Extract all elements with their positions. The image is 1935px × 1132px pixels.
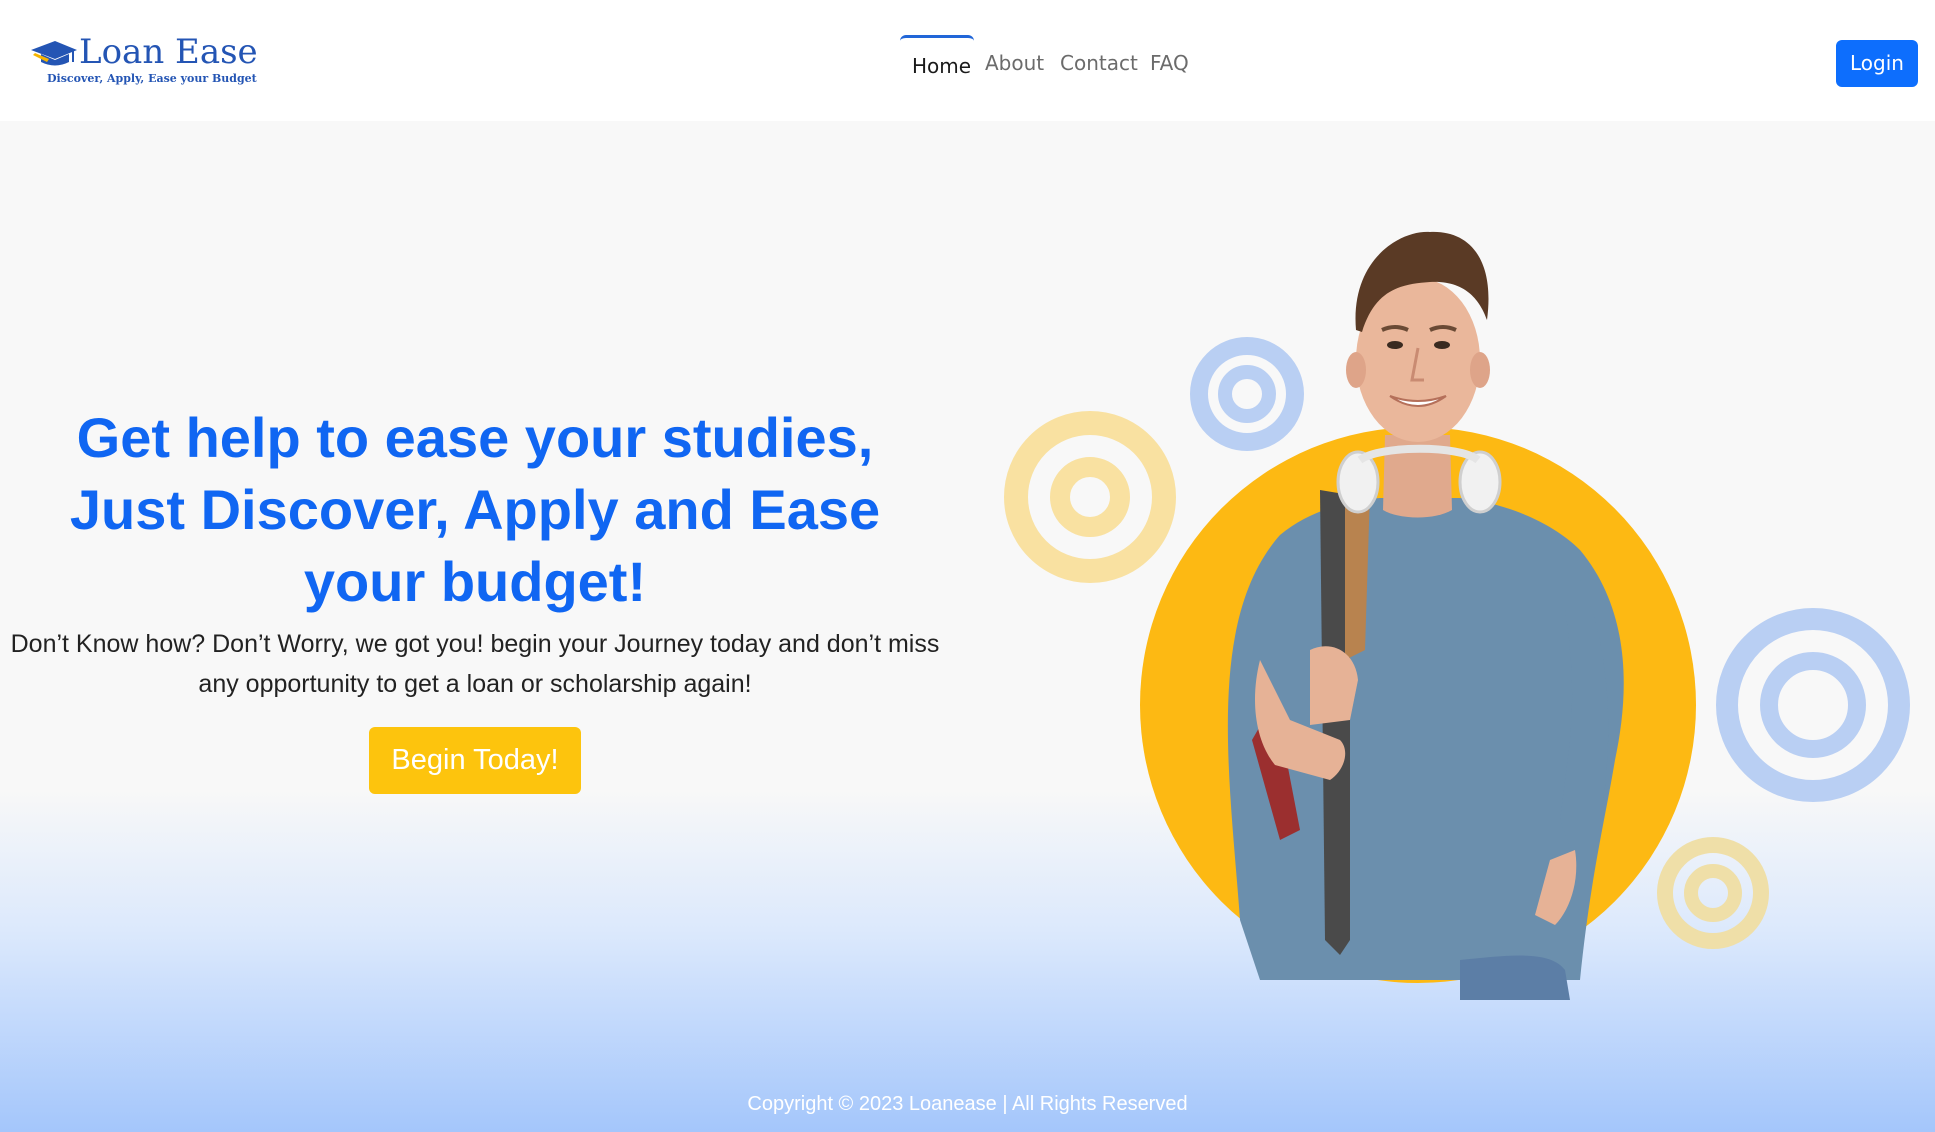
decor-ring-blue-large-icon xyxy=(1716,608,1910,802)
nav-active-indicator xyxy=(900,35,974,41)
nav-item-faq[interactable]: FAQ xyxy=(1150,51,1189,75)
hero-title: Get help to ease your studies, Just Disc… xyxy=(69,406,881,613)
decor-ring-yellow-small-icon xyxy=(1657,837,1769,949)
begin-today-button[interactable]: Begin Today! xyxy=(369,727,581,794)
student-with-backpack-illustration-icon xyxy=(1004,231,1910,1000)
hero-subtitle: Don’t Know how? Don’t Worry, we got you!… xyxy=(10,630,940,698)
hero-text-section: Get help to ease your studies, Just Disc… xyxy=(0,402,950,704)
nav-item-home[interactable]: Home xyxy=(912,54,971,78)
main-nav: Home About Contact FAQ xyxy=(0,0,1935,121)
nav-item-about[interactable]: About xyxy=(985,51,1044,75)
footer-copyright: Copyright © 2023 Loanease | All Rights R… xyxy=(747,1093,1188,1115)
decor-ring-blue-small-icon xyxy=(1190,337,1304,451)
navbar: Loan Ease Discover, Apply, Ease your Bud… xyxy=(0,0,1935,121)
decor-ring-yellow-large-icon xyxy=(1004,411,1176,583)
login-button[interactable]: Login xyxy=(1836,40,1918,87)
hero-illustration xyxy=(990,220,1935,1020)
nav-item-contact[interactable]: Contact xyxy=(1060,51,1138,75)
